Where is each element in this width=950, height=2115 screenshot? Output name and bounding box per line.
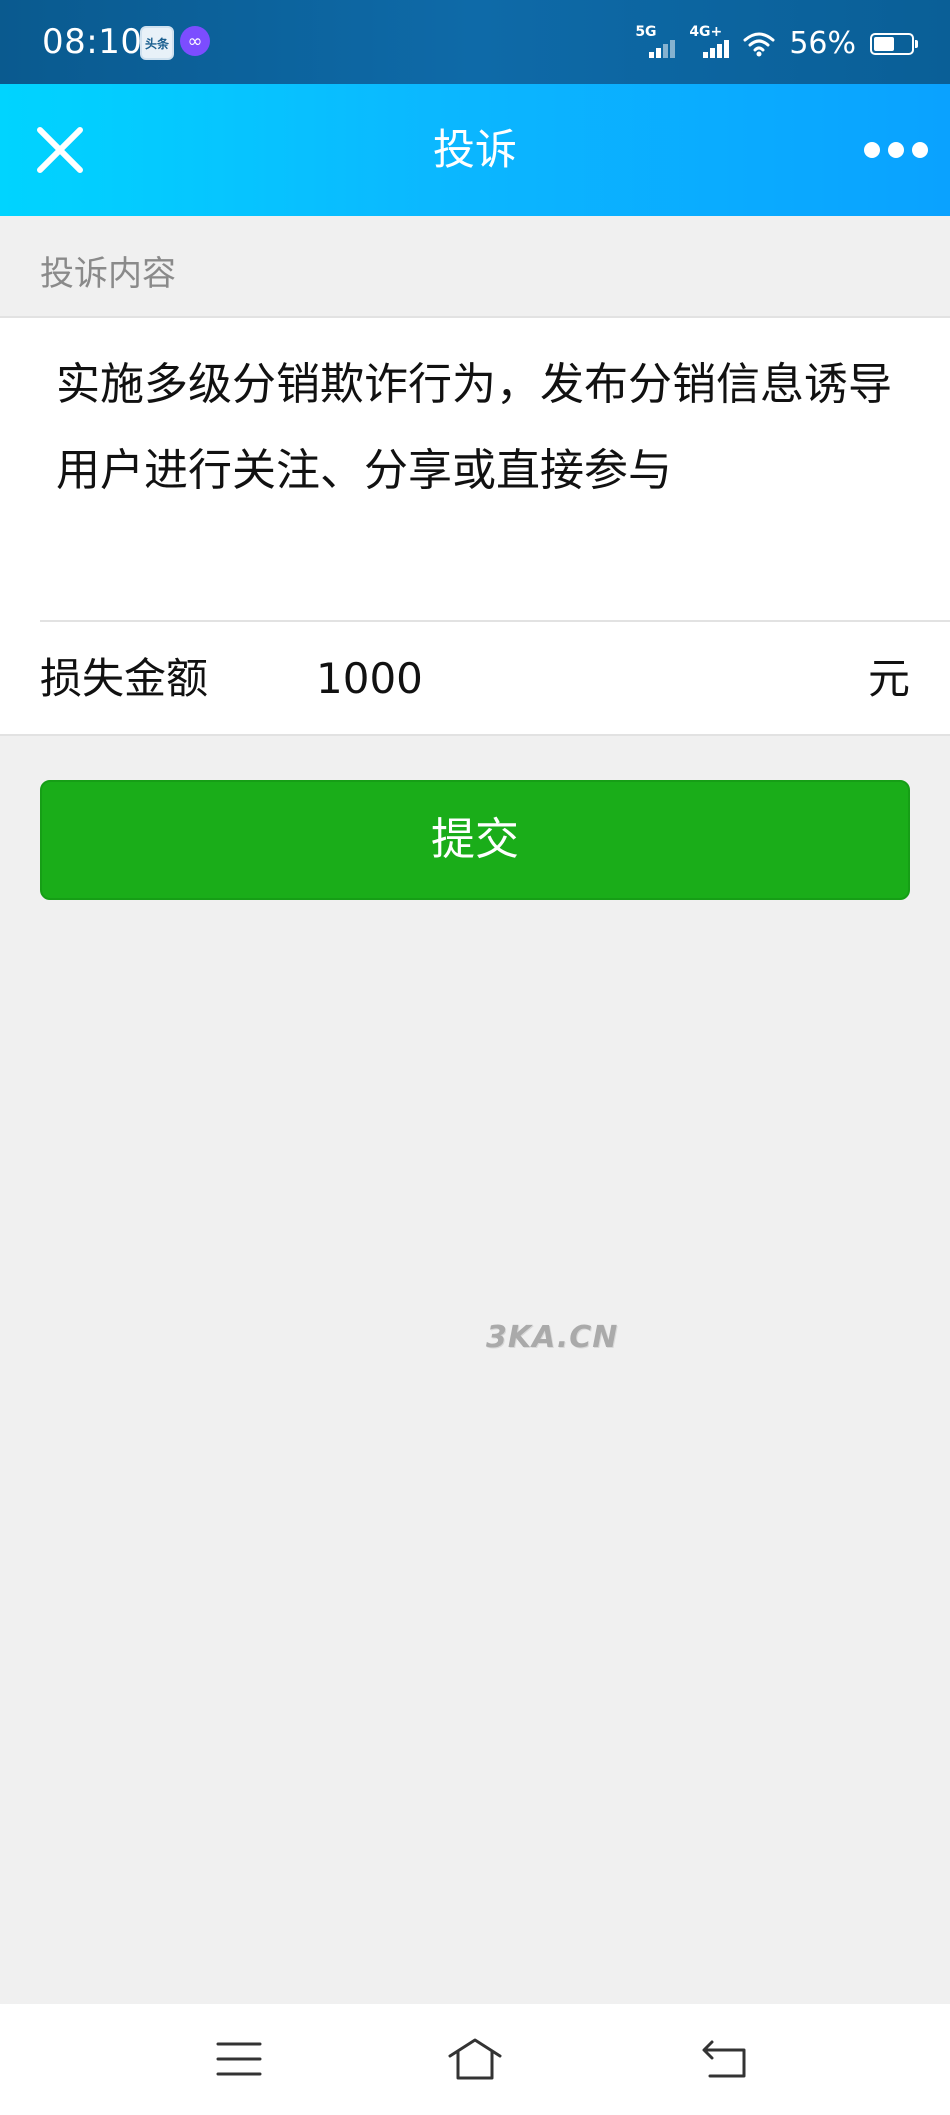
loss-amount-label: 损失金额 (40, 654, 209, 703)
more-dot-icon (888, 142, 904, 158)
infinity-icon: ∞ (180, 26, 210, 56)
signal-4g-label: 4G+ (689, 24, 723, 40)
watermark: 3KA.CN (486, 1320, 619, 1355)
signal-5g-label: 5G (635, 24, 657, 40)
loss-amount-input[interactable]: 1000 (316, 622, 836, 736)
page-title: 投诉 (432, 125, 517, 174)
section-label: 投诉内容 (40, 254, 176, 294)
more-options-button[interactable] (864, 134, 928, 166)
more-dot-icon (912, 142, 928, 158)
complaint-form: 实施多级分销欺诈行为，发布分销信息诱导用户进行关注、分享或直接参与 损失金额 1… (0, 316, 950, 736)
complaint-content-field[interactable]: 实施多级分销欺诈行为，发布分销信息诱导用户进行关注、分享或直接参与 (56, 342, 916, 514)
battery-percent: 56% (789, 26, 856, 61)
status-time: 08:10 (42, 22, 143, 62)
navigation-bar (0, 2004, 950, 2115)
back-icon[interactable] (700, 2036, 750, 2082)
toutiao-icon: 头条 (140, 26, 174, 60)
currency-unit: 元 (867, 654, 910, 703)
close-icon[interactable] (30, 120, 90, 180)
signal-5g-icon: 5G (635, 24, 676, 62)
menu-icon[interactable] (214, 2036, 264, 2082)
home-icon[interactable] (446, 2036, 504, 2082)
loss-amount-row: 损失金额 1000 元 (0, 622, 950, 736)
battery-level (874, 37, 894, 51)
status-bar: 08:10 头条 ∞ 5G 4G+ 56% (0, 0, 950, 84)
toutiao-icon-label: 头条 (144, 36, 169, 51)
more-dot-icon (864, 142, 880, 158)
signal-4g-icon: 4G+ (689, 24, 730, 62)
submit-button[interactable]: 提交 (40, 780, 910, 900)
status-indicators: 5G 4G+ 56% (635, 22, 918, 66)
battery-icon (870, 33, 918, 55)
title-bar: 投诉 (0, 84, 950, 216)
wifi-icon (743, 32, 775, 57)
